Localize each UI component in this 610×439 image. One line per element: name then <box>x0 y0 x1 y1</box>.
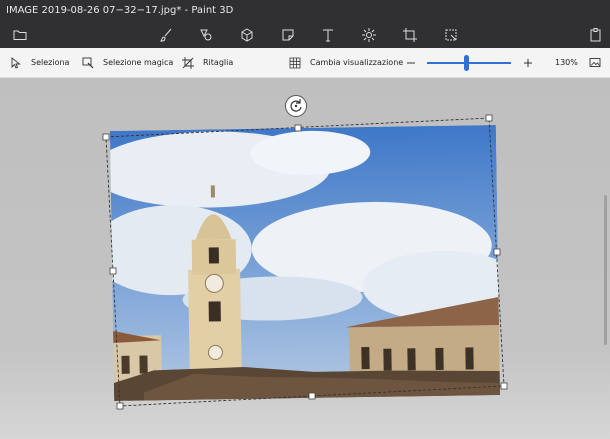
resize-handle-left <box>109 267 117 275</box>
resize-handle-top-left <box>102 133 110 141</box>
rotate-handle[interactable] <box>285 95 307 117</box>
resize-handle-bottom <box>308 392 316 400</box>
resize-handle-bottom-left <box>116 402 124 410</box>
selection-box[interactable] <box>0 0 610 439</box>
rotate-icon <box>290 99 302 112</box>
resize-handle-right <box>493 248 501 256</box>
resize-handle-top-right <box>485 114 493 122</box>
resize-handle-top <box>294 124 302 132</box>
resize-handle-bottom-right <box>500 382 508 390</box>
